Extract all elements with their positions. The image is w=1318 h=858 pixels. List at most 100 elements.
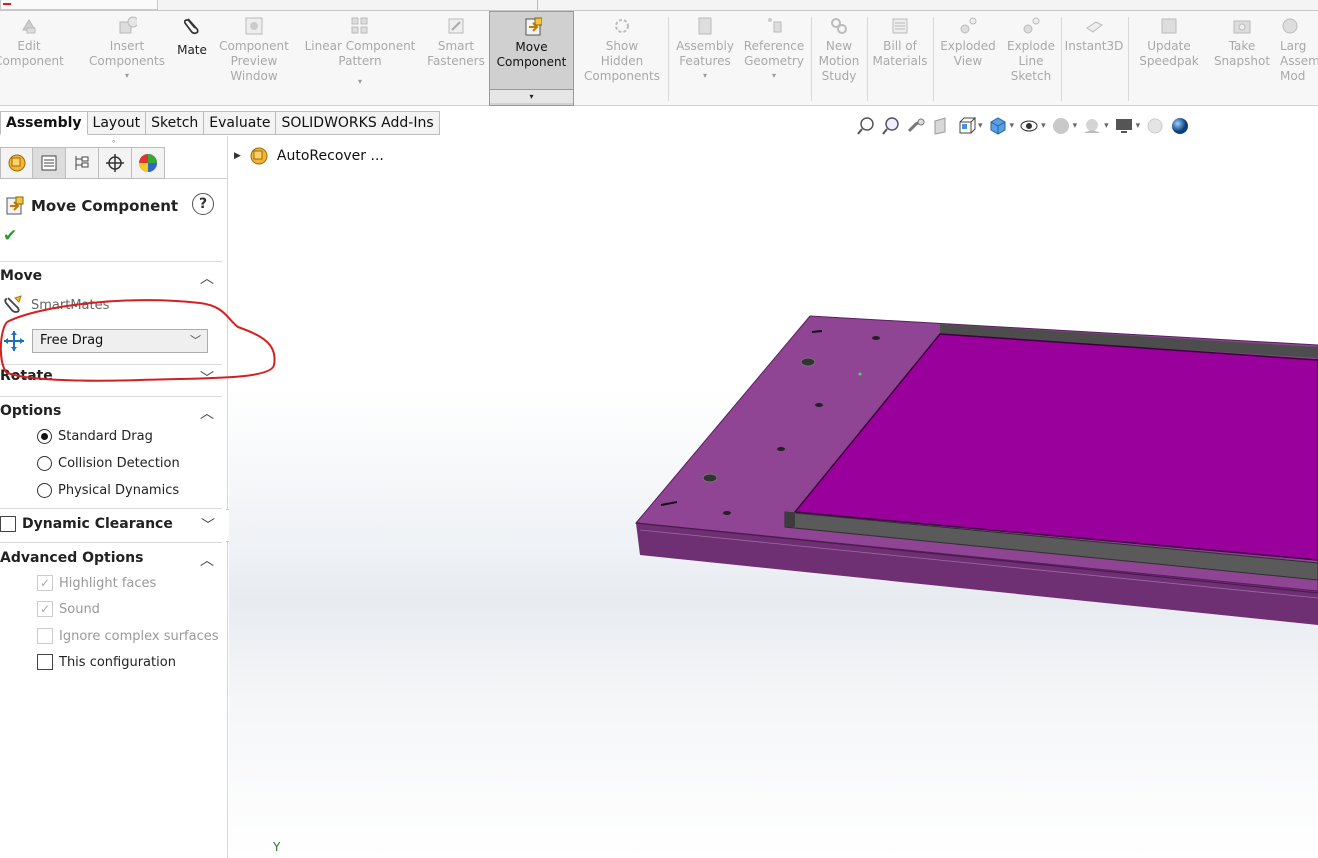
tree-item-autorecover[interactable]: AutoRecover ... [277,148,384,164]
dynamic-clearance-checkbox[interactable]: Dynamic Clearance [0,516,173,532]
view-settings-icon[interactable] [1114,116,1134,136]
chevron-up-icon: ︿ [200,406,214,422]
tab-assembly[interactable]: Assembly [0,111,88,135]
ok-check-icon[interactable]: ✔ [3,226,17,246]
apply-scene-dropdown-icon[interactable]: ▾ [1104,121,1109,131]
large-assembly-icon [1280,16,1300,36]
view-orientation-icon[interactable] [956,116,976,136]
dimxpert-icon [106,154,124,172]
take-snapshot-button[interactable]: Take Snapshot [1210,11,1274,106]
smart-fasteners-icon [446,16,466,36]
display-style-dropdown-icon[interactable]: ▾ [1010,121,1015,131]
update-speedpak-button[interactable]: Update Speedpak [1130,11,1208,106]
radio-unselected[interactable] [37,483,52,498]
feature-manager-tab[interactable] [0,147,33,179]
move-component-button[interactable]: Move Component ▾ [489,11,574,106]
tab-sketch[interactable]: Sketch [146,111,205,135]
realview-graphics-icon[interactable] [1145,116,1165,136]
insert-components-button[interactable]: Insert Components ▾ [82,11,172,106]
hide-show-items-icon[interactable] [1019,116,1039,136]
apply-scene-icon[interactable] [1082,116,1102,136]
dimxpert-manager-tab[interactable] [99,147,132,179]
chevron-down-icon[interactable]: ﹀ [201,515,215,535]
previous-view-icon[interactable] [906,116,926,136]
instant3d-icon [1084,16,1104,36]
checkbox-checked[interactable]: ✓ [37,601,53,617]
help-icon[interactable]: ? [192,193,214,215]
panel-grip[interactable]: ∘ [0,136,227,147]
ignore-complex-surfaces-checkbox[interactable]: Ignore complex surfaces [37,628,219,644]
edit-appearance-icon[interactable] [1051,116,1071,136]
radio-selected[interactable] [37,429,52,444]
move-section-header[interactable]: Move ︿ [0,268,222,290]
large-assembly-mode-button[interactable]: Larg Assem Mod [1276,11,1318,106]
instant3d-button[interactable]: Instant3D [1062,11,1126,106]
mate-button[interactable]: Mate [174,11,210,106]
chevron-down-icon: ﹀ [190,334,201,347]
checkbox[interactable] [37,654,53,670]
heads-up-view-toolbar: ▾ ▾ ▾ ▾ ▾ ▾ [856,114,1190,138]
chevron-up-icon: ︿ [200,271,214,287]
command-manager-ribbon: Edit Component Insert Components ▾ Mate … [0,11,1318,106]
manager-tabs [0,147,227,179]
tab-layout[interactable]: Layout [87,111,147,135]
move-component-icon [522,17,542,37]
view-orientation-dropdown-icon[interactable]: ▾ [978,121,983,131]
move-arrows-icon [4,331,24,351]
advanced-options-section-header[interactable]: Advanced Options ︿ [0,550,222,572]
linear-component-pattern-button[interactable]: Linear Component Pattern ▾ [297,11,423,106]
feature-tree-flyout[interactable]: ▶ AutoRecover ... [234,146,384,166]
move-component-icon [6,196,24,215]
component-preview-icon [244,16,264,36]
move-mode-select[interactable]: Free Drag ﹀ [32,329,208,353]
tab-solidworks-add-ins[interactable]: SOLIDWORKS Add-Ins [276,111,440,135]
physical-dynamics-radio[interactable]: Physical Dynamics [37,483,179,498]
configuration-manager-icon [75,156,89,170]
assembly-features-button[interactable]: Assembly Features ▾ [672,11,738,106]
chevron-down-icon: ﹀ [200,371,214,387]
new-motion-study-button[interactable]: New Motion Study [812,11,866,106]
component-preview-window-button[interactable]: Component Preview Window [214,11,294,106]
speedpak-icon [1159,16,1179,36]
checkbox[interactable] [0,516,16,532]
edit-appearance-dropdown-icon[interactable]: ▾ [1073,121,1078,131]
zoom-to-fit-icon[interactable] [856,116,876,136]
rotate-section-header[interactable]: Rotate ﹀ [0,368,222,390]
shadows-icon[interactable] [1170,116,1190,136]
section-view-icon[interactable] [931,116,951,136]
show-hidden-components-button[interactable]: Show Hidden Components [580,11,664,106]
title-strip [0,0,1318,11]
this-configuration-checkbox[interactable]: This configuration [37,654,176,670]
hide-show-dropdown-icon[interactable]: ▾ [1041,121,1046,131]
smartmates-button[interactable]: SmartMates [3,294,109,316]
standard-drag-radio[interactable]: Standard Drag [37,429,153,444]
radio-unselected[interactable] [37,456,52,471]
checkbox[interactable] [37,628,53,644]
display-manager-tab[interactable] [132,147,165,179]
command-manager-tabs: Assembly Layout Sketch Evaluate SOLIDWOR… [0,111,440,135]
checkbox-checked[interactable]: ✓ [37,575,53,591]
snapshot-icon [1232,16,1252,36]
edit-component-button[interactable]: Edit Component [0,11,64,106]
assembly-icon [250,147,268,165]
configuration-manager-tab[interactable] [66,147,99,179]
view-settings-dropdown-icon[interactable]: ▾ [1136,121,1141,131]
graphics-viewport[interactable] [229,136,1318,858]
display-style-icon[interactable] [988,116,1008,136]
explode-line-sketch-button[interactable]: Explode Line Sketch [1002,11,1060,106]
bill-of-materials-button[interactable]: Bill of Materials [868,11,932,106]
expand-triangle-icon[interactable]: ▶ [234,151,241,161]
zoom-to-area-icon[interactable] [881,116,901,136]
highlight-faces-checkbox[interactable]: ✓ Highlight faces [37,575,156,591]
tab-evaluate[interactable]: Evaluate [204,111,277,135]
options-section-header[interactable]: Options ︿ [0,403,222,425]
property-manager-tab[interactable] [33,147,66,179]
exploded-view-button[interactable]: Exploded View [934,11,1002,106]
reference-geometry-button[interactable]: Reference Geometry ▾ [740,11,808,106]
property-manager-icon [41,155,57,171]
exploded-view-icon [958,16,978,36]
collision-detection-radio[interactable]: Collision Detection [37,456,180,471]
sound-checkbox[interactable]: ✓ Sound [37,601,100,617]
smart-fasteners-button[interactable]: Smart Fasteners [427,11,485,106]
property-manager-title-text: Move Component [31,197,179,215]
